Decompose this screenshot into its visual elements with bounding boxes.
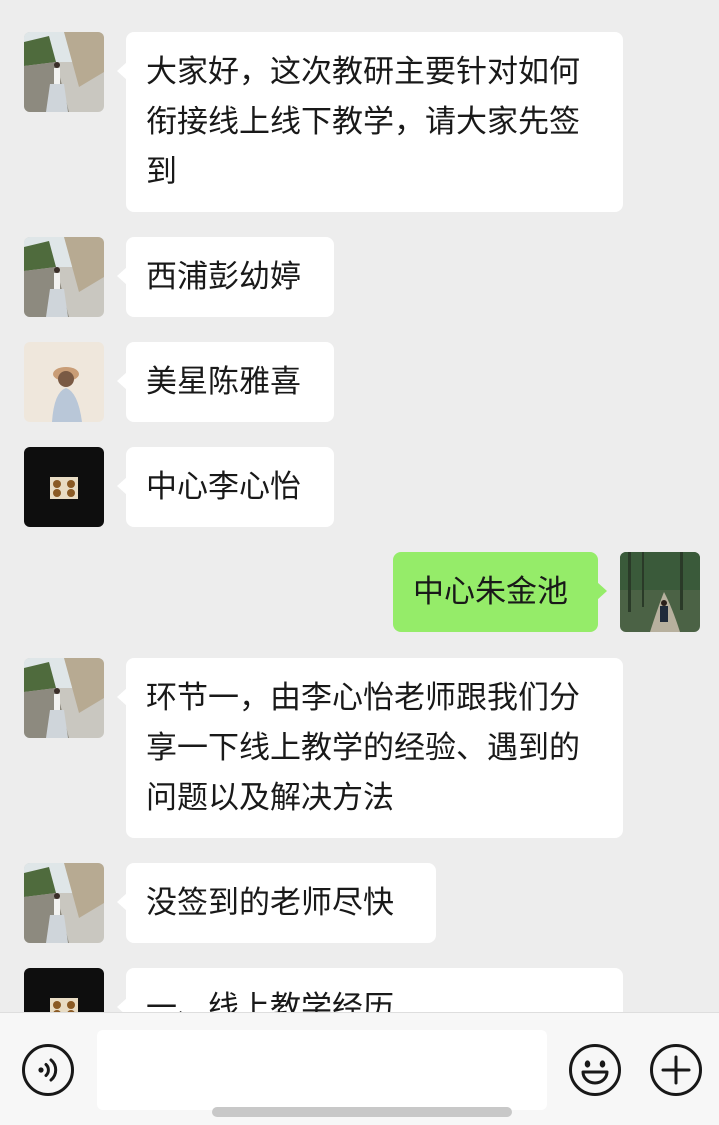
bubble-tail <box>117 372 127 390</box>
message-bubble[interactable]: 环节一，由李心怡老师跟我们分享一下线上教学的经验、遇到的问题以及解决方法 <box>117 658 623 838</box>
message-bubble[interactable]: 中心李心怡 <box>117 447 334 527</box>
bubble-tail <box>117 688 127 706</box>
message-text: 大家好，这次教研主要针对如何衔接线上线下教学，请大家先签到 <box>146 54 580 190</box>
dark-tile-avatar[interactable] <box>24 968 104 1012</box>
message-bubble[interactable]: 中心朱金池 <box>393 552 607 632</box>
landscape-avatar[interactable] <box>24 237 104 317</box>
chat-screen: 大家好，这次教研主要针对如何衔接线上线下教学，请大家先签到 西浦彭幼婷 美星陈雅… <box>0 0 719 1125</box>
bubble-tail <box>117 893 127 911</box>
bubble-tail <box>117 62 127 80</box>
message-input[interactable] <box>97 1030 547 1110</box>
voice-icon[interactable] <box>21 1043 75 1097</box>
plus-icon[interactable] <box>649 1043 703 1097</box>
landscape-avatar[interactable] <box>24 32 104 112</box>
landscape-avatar[interactable] <box>24 658 104 738</box>
message-list[interactable]: 大家好，这次教研主要针对如何衔接线上线下教学，请大家先签到 西浦彭幼婷 美星陈雅… <box>0 0 719 1012</box>
landscape-avatar[interactable] <box>24 863 104 943</box>
bubble-tail <box>597 582 607 600</box>
emoji-icon[interactable] <box>568 1043 622 1097</box>
bubble-tail <box>117 267 127 285</box>
message-text: 美星陈雅喜 <box>146 364 301 400</box>
message-bubble[interactable]: 美星陈雅喜 <box>117 342 334 422</box>
message-bubble[interactable]: 西浦彭幼婷 <box>117 237 334 317</box>
home-indicator <box>212 1107 512 1117</box>
forest-path-avatar[interactable] <box>620 552 700 632</box>
dark-tile-avatar[interactable] <box>24 447 104 527</box>
message-text: 一、线上教学经历 <box>146 990 394 1012</box>
message-text: 西浦彭幼婷 <box>146 259 301 295</box>
message-bubble[interactable]: 大家好，这次教研主要针对如何衔接线上线下教学，请大家先签到 <box>117 32 623 212</box>
bubble-tail <box>117 998 127 1012</box>
message-text: 中心李心怡 <box>146 469 301 505</box>
message-text: 中心朱金池 <box>413 574 568 610</box>
bubble-tail <box>117 477 127 495</box>
message-text: 没签到的老师尽快 <box>146 885 394 921</box>
message-bubble[interactable]: 一、线上教学经历 <box>117 968 623 1012</box>
message-text: 环节一，由李心怡老师跟我们分享一下线上教学的经验、遇到的问题以及解决方法 <box>146 680 580 816</box>
message-bubble[interactable]: 没签到的老师尽快 <box>117 863 436 943</box>
hat-girl-avatar[interactable] <box>24 342 104 422</box>
